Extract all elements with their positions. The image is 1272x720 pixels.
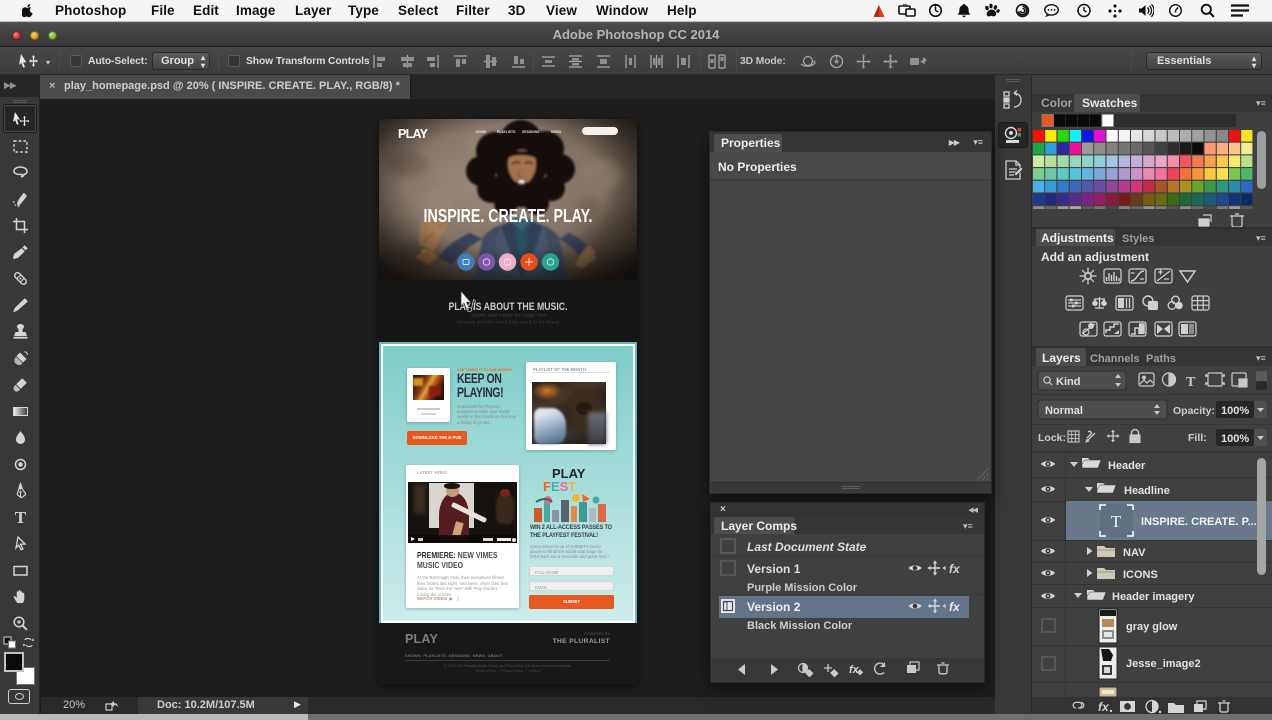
- svg-text:NEWS: NEWS: [551, 130, 562, 134]
- svg-text:T: T: [1111, 512, 1122, 531]
- svg-text:Headline: Headline: [1124, 485, 1170, 497]
- svg-text:Paths: Paths: [1146, 353, 1176, 365]
- svg-text:Opacity:: Opacity:: [1173, 405, 1215, 417]
- svg-text:SESSIONS: SESSIONS: [522, 130, 540, 134]
- svg-text:T: T: [1186, 375, 1196, 390]
- svg-text:Styles: Styles: [1122, 233, 1154, 245]
- svg-text:Version 1: Version 1: [747, 562, 801, 576]
- svg-text:Layer Comps: Layer Comps: [721, 519, 797, 533]
- svg-text:▾≡: ▾≡: [1256, 233, 1266, 243]
- svg-text:fx: fx: [849, 664, 860, 676]
- svg-text:Layers: Layers: [1042, 351, 1081, 365]
- svg-text:Version 2: Version 2: [747, 600, 801, 614]
- svg-text:Sparks lead bands the stage th: Sparks lead bands the stage their: [471, 313, 548, 318]
- svg-text:Swatches: Swatches: [1082, 96, 1138, 110]
- svg-text:Lock:: Lock:: [1038, 432, 1066, 444]
- svg-text:fx: fx: [949, 562, 961, 576]
- svg-text:T: T: [14, 509, 26, 526]
- svg-text:Last Document State: Last Document State: [747, 540, 867, 554]
- svg-text:Channels: Channels: [1090, 353, 1140, 365]
- svg-text:Add an adjustment: Add an adjustment: [1041, 250, 1149, 264]
- svg-text:ICONS: ICONS: [1123, 569, 1158, 581]
- svg-text:INSPIRE. CREATE. P....: INSPIRE. CREATE. P....: [1141, 516, 1260, 528]
- svg-text:100%: 100%: [1221, 433, 1249, 445]
- svg-text:Header: Header: [1108, 460, 1146, 472]
- svg-text:HOME: HOME: [476, 130, 487, 134]
- svg-text:Jesse_image2: Jesse_image2: [1126, 658, 1201, 670]
- svg-text:Fill:: Fill:: [1188, 432, 1207, 444]
- svg-text:Color: Color: [1041, 96, 1073, 110]
- svg-text:▾≡: ▾≡: [1256, 353, 1266, 363]
- svg-text:fx: fx: [949, 600, 961, 614]
- svg-text:NAV: NAV: [1123, 547, 1146, 559]
- svg-text:100%: 100%: [1221, 405, 1249, 417]
- svg-text:Purple Mission Color: Purple Mission Color: [747, 582, 858, 594]
- svg-text:fx: fx: [1098, 700, 1110, 714]
- svg-text:PLAYLISTS: PLAYLISTS: [497, 130, 516, 134]
- svg-text:PLAY: PLAY: [398, 127, 429, 141]
- svg-text:gray glow: gray glow: [1126, 621, 1178, 633]
- svg-text:▾≡: ▾≡: [963, 521, 973, 531]
- svg-text:Header imagery: Header imagery: [1112, 591, 1195, 603]
- svg-text:Black Mission Color: Black Mission Color: [747, 620, 853, 632]
- svg-text:Adjustments: Adjustments: [1041, 231, 1114, 245]
- svg-text:deserve and the trend they nee: deserve and the trend they need to be he…: [457, 320, 560, 325]
- svg-text:INSPIRE. CREATE. PLAY.: INSPIRE. CREATE. PLAY.: [424, 205, 593, 226]
- svg-text:Kind: Kind: [1056, 376, 1080, 388]
- svg-text:Normal: Normal: [1045, 405, 1083, 417]
- svg-text:▾≡: ▾≡: [1256, 98, 1266, 108]
